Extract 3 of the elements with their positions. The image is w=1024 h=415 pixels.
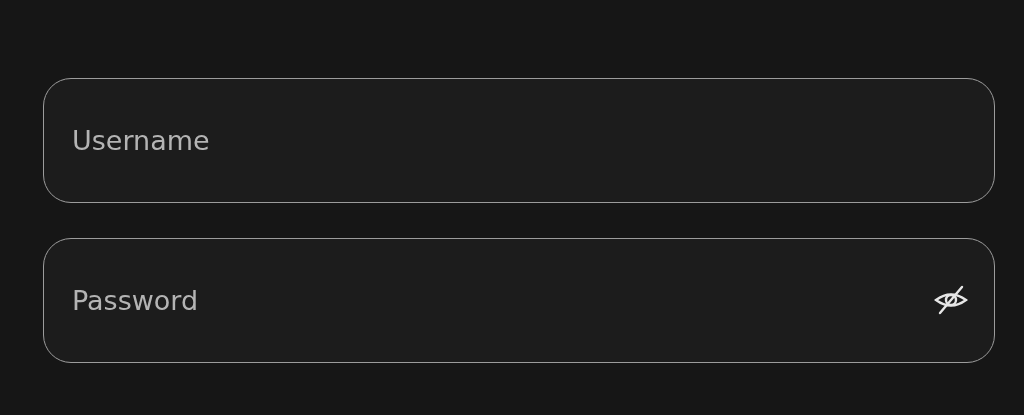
eye-slash-icon[interactable] [934,285,968,315]
username-field[interactable]: Username [43,78,995,203]
password-field[interactable]: Password [43,238,995,363]
